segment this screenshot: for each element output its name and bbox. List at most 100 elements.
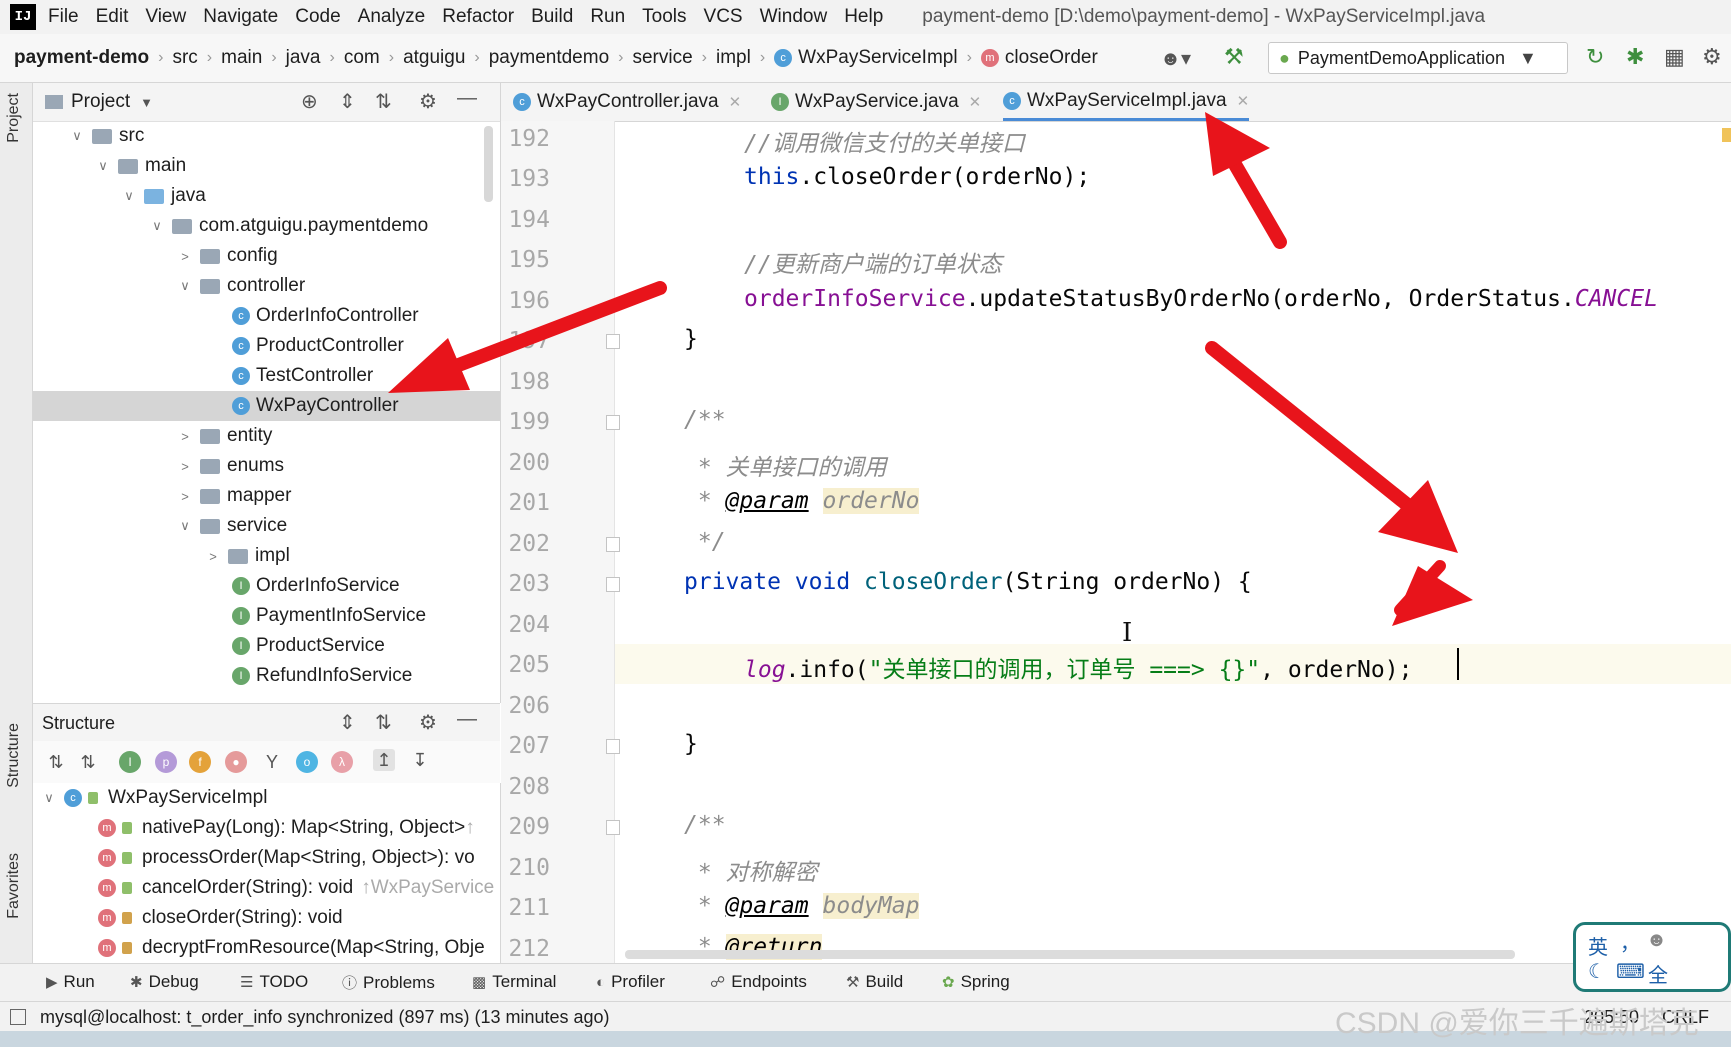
keyboard-icon[interactable]: ⌨ bbox=[1616, 959, 1645, 984]
menu-window[interactable]: Window bbox=[760, 6, 828, 28]
moon-icon[interactable]: ☾ bbox=[1588, 959, 1606, 984]
menu-refactor[interactable]: Refactor bbox=[442, 6, 514, 28]
user-icon[interactable]: ☻▾ bbox=[1160, 46, 1191, 71]
tree-item-config[interactable]: > config bbox=[176, 241, 278, 271]
menu-analyze[interactable]: Analyze bbox=[358, 6, 426, 28]
breadcrumb-paymentdemo[interactable]: paymentdemo bbox=[489, 47, 609, 69]
autoscroll-from-source-icon[interactable]: ↧ bbox=[409, 749, 431, 771]
chevron-right-icon[interactable]: > bbox=[176, 249, 194, 264]
chevron-down-icon[interactable]: ▼ bbox=[140, 95, 153, 110]
chevron-down-icon[interactable]: ∨ bbox=[40, 790, 58, 806]
breadcrumb-service[interactable]: service bbox=[632, 47, 692, 69]
tree-item-java[interactable]: ∨ java bbox=[120, 181, 206, 211]
run-configuration-select[interactable]: ● PaymentDemoApplication ▼ bbox=[1268, 42, 1568, 74]
ime-language[interactable]: 英 bbox=[1588, 931, 1608, 960]
code-javadoc[interactable]: * @param orderNo bbox=[684, 488, 920, 514]
tree-item-wxpaycontroller[interactable]: c WxPayController bbox=[33, 391, 500, 421]
tool-build[interactable]: ⚒ Build bbox=[846, 972, 903, 992]
code-comment[interactable]: //更新商户端的订单状态 bbox=[744, 245, 1002, 279]
gear-icon[interactable]: ⚙ bbox=[419, 710, 437, 735]
tool-debug[interactable]: ✱ Debug bbox=[130, 972, 199, 992]
code-javadoc[interactable]: * @param bodyMap bbox=[684, 893, 920, 919]
tab-wxpayserviceimpl[interactable]: c WxPayServiceImpl.java ✕ bbox=[1003, 83, 1250, 121]
code-line[interactable]: private void closeOrder(String orderNo) … bbox=[684, 569, 1252, 595]
menu-edit[interactable]: Edit bbox=[96, 6, 129, 28]
code-line[interactable]: this.closeOrder(orderNo); bbox=[744, 164, 1090, 190]
chevron-down-icon[interactable]: ∨ bbox=[68, 128, 86, 144]
close-icon[interactable]: ✕ bbox=[729, 93, 742, 111]
tree-item-service[interactable]: ∨ service bbox=[176, 511, 287, 541]
fold-marker-icon[interactable] bbox=[606, 537, 620, 552]
structure-root[interactable]: ∨ c WxPayServiceImpl bbox=[40, 783, 267, 813]
sort-by-visibility-icon[interactable]: ⇅ bbox=[77, 751, 99, 773]
chevron-right-icon[interactable]: > bbox=[176, 459, 194, 474]
tool-run[interactable]: ▶ Run bbox=[46, 972, 95, 992]
breadcrumb-main[interactable]: main bbox=[221, 47, 262, 69]
chevron-down-icon[interactable]: ∨ bbox=[94, 158, 112, 174]
show-inherited-icon[interactable]: I bbox=[119, 751, 141, 773]
menu-code[interactable]: Code bbox=[295, 6, 340, 28]
close-icon[interactable]: ✕ bbox=[969, 93, 982, 111]
breadcrumb-method[interactable]: m closeOrder bbox=[980, 47, 1098, 69]
show-properties-icon[interactable]: p bbox=[155, 751, 177, 773]
chevron-right-icon[interactable]: > bbox=[176, 429, 194, 444]
project-scrollbar[interactable] bbox=[484, 126, 493, 202]
chevron-down-icon[interactable]: ∨ bbox=[176, 518, 194, 534]
breadcrumb-project[interactable]: payment-demo bbox=[14, 47, 149, 69]
code-javadoc[interactable]: /** bbox=[684, 812, 726, 838]
project-view-select[interactable]: Project bbox=[71, 91, 130, 113]
close-icon[interactable]: ✕ bbox=[1237, 92, 1250, 110]
sort-alphabetically-icon[interactable]: ⇅ bbox=[45, 751, 67, 773]
collapse-all-icon[interactable]: ⇅ bbox=[375, 710, 392, 735]
tree-item-controller[interactable]: ∨ controller bbox=[176, 271, 305, 301]
fold-marker-icon[interactable] bbox=[606, 820, 620, 835]
user-icon[interactable]: ☻ bbox=[1646, 929, 1667, 952]
fold-marker-icon[interactable] bbox=[606, 577, 620, 592]
structure-member[interactable]: m cancelOrder(String): void ↑WxPayService bbox=[98, 873, 494, 903]
show-lambdas-icon[interactable]: Y bbox=[261, 751, 283, 773]
fold-marker-icon[interactable] bbox=[606, 334, 620, 349]
code-comment[interactable]: //调用微信支付的关单接口 bbox=[744, 124, 1025, 158]
fold-marker-icon[interactable] bbox=[606, 415, 620, 430]
menu-view[interactable]: View bbox=[145, 6, 186, 28]
rerun-icon[interactable]: ↻ bbox=[1586, 44, 1604, 70]
breadcrumb-java[interactable]: java bbox=[286, 47, 321, 69]
menu-vcs[interactable]: VCS bbox=[704, 6, 743, 28]
gear-icon[interactable]: ⚙ bbox=[419, 89, 437, 114]
fold-marker-icon[interactable] bbox=[606, 739, 620, 754]
tree-item-main[interactable]: ∨ main bbox=[94, 151, 186, 181]
menu-tools[interactable]: Tools bbox=[642, 6, 686, 28]
code-brace[interactable]: } bbox=[684, 731, 698, 757]
show-anonymous-icon[interactable]: o bbox=[296, 751, 318, 773]
coverage-icon[interactable]: ▦ bbox=[1664, 44, 1685, 70]
tool-endpoints[interactable]: ☍ Endpoints bbox=[710, 972, 807, 992]
tool-profiler[interactable]: ◐ Profiler bbox=[596, 972, 665, 992]
show-fields-icon[interactable]: f bbox=[189, 751, 211, 773]
debug-icon[interactable]: ✱ bbox=[1626, 44, 1644, 70]
tab-wxpaycontroller[interactable]: c WxPayController.java ✕ bbox=[513, 83, 741, 121]
autoscroll-to-source-icon[interactable]: ↥ bbox=[373, 749, 395, 771]
tree-item-testcontroller[interactable]: c TestController bbox=[232, 361, 373, 391]
tree-item-paymentinfoservice[interactable]: I PaymentInfoService bbox=[232, 601, 426, 631]
tool-spring[interactable]: ✿ Spring bbox=[942, 972, 1010, 992]
breadcrumb-impl[interactable]: impl bbox=[716, 47, 751, 69]
code-line[interactable]: log.info("关单接口的调用，订单号 ===> {}", orderNo)… bbox=[744, 650, 1412, 684]
code-javadoc[interactable]: * 对称解密 bbox=[684, 853, 818, 887]
chevron-down-icon[interactable]: ∨ bbox=[176, 278, 194, 294]
status-toggle-icon[interactable] bbox=[10, 1009, 26, 1025]
ime-punctuation[interactable]: ， bbox=[1620, 927, 1640, 956]
code-brace[interactable]: } bbox=[684, 326, 698, 352]
expand-all-icon[interactable]: ⇕ bbox=[339, 710, 356, 735]
locate-icon[interactable]: ⊕ bbox=[301, 89, 318, 114]
tool-todo[interactable]: ☰ TODO bbox=[240, 972, 308, 992]
tree-item-orderinfoservice[interactable]: I OrderInfoService bbox=[232, 571, 400, 601]
tool-terminal[interactable]: ▩ Terminal bbox=[472, 972, 556, 992]
tree-item-orderinfocontroller[interactable]: c OrderInfoController bbox=[232, 301, 419, 331]
code-javadoc[interactable]: /** bbox=[684, 407, 726, 433]
minimize-icon[interactable]: — bbox=[457, 87, 477, 110]
minimize-icon[interactable]: — bbox=[457, 708, 477, 731]
menu-run[interactable]: Run bbox=[590, 6, 625, 28]
status-message[interactable]: mysql@localhost: t_order_info synchroniz… bbox=[40, 1007, 610, 1028]
menu-help[interactable]: Help bbox=[844, 6, 883, 28]
tool-window-project[interactable]: Project bbox=[5, 93, 23, 143]
